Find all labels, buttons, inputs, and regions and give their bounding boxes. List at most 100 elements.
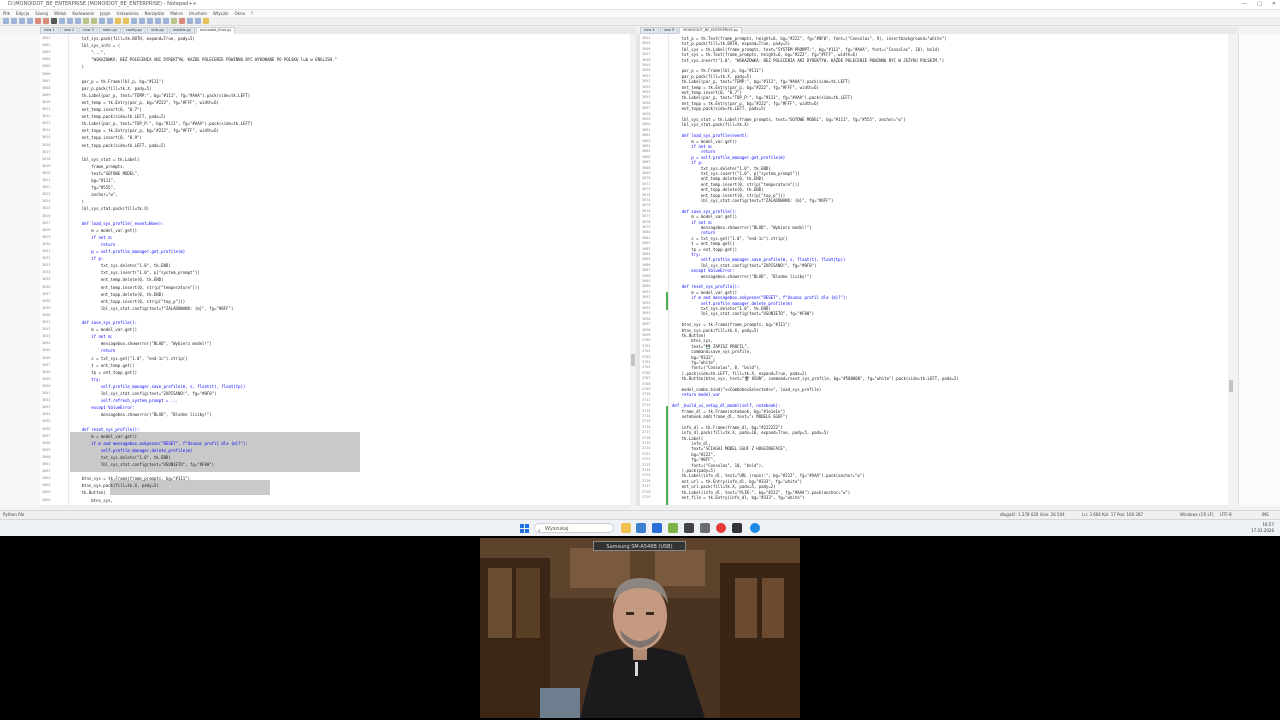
code-line[interactable]: messagebox.showerror("BLAD", "Wybierz mo…: [672, 225, 812, 230]
code-line[interactable]: ent_topp.delete(0, tk.END): [72, 292, 164, 297]
right-scroll-thumb[interactable]: [1229, 380, 1233, 392]
code-line[interactable]: ent_topp = tk.Entry(par_p, bg="#222", fg…: [672, 101, 819, 106]
code-line[interactable]: ent_topp.insert(0, str(p["top_p"])): [72, 299, 185, 304]
menu-tools[interactable]: Narzędzia: [145, 10, 165, 17]
tab-left-4[interactable]: main.py: [98, 27, 121, 34]
code-line[interactable]: lbl_sys_stat.config(text="USUNIETO", fg=…: [672, 311, 814, 316]
code-line[interactable]: ent_temp.insert(0, "0.7"): [672, 90, 742, 95]
macro-play-icon[interactable]: [187, 18, 193, 24]
code-line[interactable]: "...",: [72, 50, 105, 55]
code-line[interactable]: def load_sys_profile(event):: [672, 133, 749, 138]
tab-left-7[interactable]: models.py: [168, 27, 195, 34]
edge-icon[interactable]: [750, 523, 760, 533]
spellcheck-icon[interactable]: [203, 18, 209, 24]
document-map[interactable]: [1238, 34, 1280, 506]
code-line[interactable]: info_dl = tk.Frame(frame_dl, bg="#222222…: [672, 425, 783, 430]
code-line[interactable]: "WSKAZOWKA: BEZ POLECENIA ANI DYREKTYW, …: [72, 57, 337, 62]
code-line[interactable]: def reset_sys_profile():: [72, 427, 140, 432]
undo-icon[interactable]: [83, 18, 89, 24]
code-line[interactable]: s = txt_sys.get("1.0", "end-1c").strip(): [72, 356, 187, 361]
code-line[interactable]: btns_sys = tk.Frame(frame_prompts, bg="#…: [72, 476, 190, 481]
code-line[interactable]: def save_sys_profile():: [672, 209, 737, 214]
code-line[interactable]: tk.Label(info_dl, text="PLIK:", bg="#222…: [672, 490, 851, 495]
menu-file[interactable]: Plik: [3, 10, 10, 17]
menu-settings[interactable]: Ustawienia: [117, 10, 139, 17]
word-wrap-icon[interactable]: [147, 18, 153, 24]
close-file-icon[interactable]: [35, 18, 41, 24]
code-line[interactable]: if m and messagebox.askyesno("RESET", f"…: [72, 441, 248, 446]
code-line[interactable]: m = model_var.get(): [672, 139, 737, 144]
store-icon[interactable]: [636, 523, 646, 533]
code-line[interactable]: ent_temp.insert(0, "0.7"): [72, 107, 142, 112]
code-line[interactable]: btns_sys,: [672, 338, 713, 343]
code-line[interactable]: m = model_var.get(): [672, 290, 737, 295]
code-line[interactable]: fg="#0FF",: [672, 457, 715, 462]
find-icon[interactable]: [99, 18, 105, 24]
open-file-icon[interactable]: [11, 18, 17, 24]
tab-left-3[interactable]: new 3: [79, 27, 98, 34]
code-line[interactable]: messagebox.showerror("BLAD", "Wybierz mo…: [72, 341, 212, 346]
code-line[interactable]: ): [72, 64, 84, 69]
code-line[interactable]: ent_temp.pack(side=tk.LEFT, padx=5): [72, 114, 166, 119]
macro-record-icon[interactable]: [171, 18, 177, 24]
code-line[interactable]: ent_temp.insert(0, str(p["temperature"])…: [72, 285, 200, 290]
code-line[interactable]: tk.Label(: [672, 436, 704, 441]
menu-language[interactable]: Język: [100, 10, 110, 17]
code-line[interactable]: if m and messagebox.askyesno("RESET", f"…: [672, 295, 848, 300]
code-line[interactable]: tp = ent_topp.get(): [72, 370, 137, 375]
menu-run[interactable]: Uruchom: [189, 10, 207, 17]
code-line[interactable]: messagebox.showerror("BLAD", "Bledne lic…: [72, 412, 212, 417]
right-vertical-scrollbar[interactable]: [1228, 34, 1234, 506]
show-all-chars-icon[interactable]: [155, 18, 161, 24]
mail-icon[interactable]: [652, 523, 662, 533]
copy-icon[interactable]: [67, 18, 73, 24]
macro-save-icon[interactable]: [195, 18, 201, 24]
code-line[interactable]: def load_sys_profile(_event=None):: [72, 221, 164, 226]
sync-horizontal-icon[interactable]: [139, 18, 145, 24]
code-line[interactable]: txt_sys.insert("1.0", p["system_prompt"]…: [672, 171, 800, 176]
code-line[interactable]: messagebox.showerror("BLAD", "Bledne lic…: [672, 274, 812, 279]
code-line[interactable]: lbl_sys_stat.config(text=f"ZALADOWANO: {…: [672, 198, 833, 203]
code-line[interactable]: btns_sys = tk.Frame(frame_prompts, bg="#…: [672, 322, 790, 327]
menu-encoding[interactable]: Kodowanie: [72, 10, 94, 17]
code-line[interactable]: lbl_sys_stat.pack(fill=tk.X): [672, 122, 749, 127]
code-line[interactable]: fg="#555",: [72, 185, 115, 190]
menu-view[interactable]: Widok: [54, 10, 66, 17]
menu-help[interactable]: ?: [251, 10, 253, 17]
code-line[interactable]: m = model_var.get(): [72, 327, 137, 332]
code-line[interactable]: def _build_ui_setup_dl_model(self, noteb…: [672, 403, 780, 408]
code-line[interactable]: text="GOTOWE MODEL",: [72, 171, 139, 176]
code-line[interactable]: ent_temp.delete(0, tk.END): [672, 176, 764, 181]
code-line[interactable]: btns_sys.pack(fill=tk.X, pady=5): [72, 483, 159, 488]
tab-left-6[interactable]: utils.py: [147, 27, 168, 34]
notepadpp-icon[interactable]: [668, 523, 678, 533]
menu-plugins[interactable]: Wtyczki: [213, 10, 229, 17]
code-line[interactable]: ent_topp.insert(0, str(p["top_p"])): [672, 193, 785, 198]
code-line[interactable]: btns_sys,: [72, 498, 113, 503]
tab-left-5[interactable]: config.py: [121, 27, 147, 34]
windows-start-icon[interactable]: [520, 524, 529, 533]
code-line[interactable]: txt_p = tk.Text(frame_prompts, height=6,…: [672, 36, 947, 41]
maximize-icon[interactable]: □: [1257, 0, 1262, 9]
code-line[interactable]: if p:: [72, 256, 103, 261]
close-icon[interactable]: ✕: [1272, 0, 1276, 9]
code-line[interactable]: lbl_sys_stat.config(text="USUNIETO", fg=…: [72, 462, 214, 467]
code-line[interactable]: if p:: [672, 160, 703, 165]
save-icon[interactable]: [19, 18, 25, 24]
code-line[interactable]: m = model_var.get(): [72, 434, 137, 439]
folder-panel[interactable]: [0, 34, 41, 506]
code-line[interactable]: par_p.pack(fill=tk.X, pady=5): [72, 86, 152, 91]
code-line[interactable]: return: [672, 149, 715, 154]
code-line[interactable]: self.profile_manager.delete_profile(m): [72, 448, 193, 453]
replace-icon[interactable]: [107, 18, 113, 24]
code-line[interactable]: frame_dl = tk.Frame(notebook, bg="#1e1e1…: [672, 409, 786, 414]
code-line[interactable]: return: [672, 230, 715, 235]
code-line[interactable]: btns_sys.pack(fill=tk.X, pady=5): [672, 328, 759, 333]
left-scroll-thumb[interactable]: [631, 354, 635, 366]
macro-stop-icon[interactable]: [179, 18, 185, 24]
code-line[interactable]: t = ent_temp.get(): [72, 363, 134, 368]
code-line[interactable]: p = self.profile_manager.get_profile(m): [72, 249, 185, 254]
code-line[interactable]: try:: [672, 252, 701, 257]
code-line[interactable]: lbl_sys_stat.config(text=f"ZALADOWANO: {…: [72, 306, 233, 311]
code-line[interactable]: ent_file = tk.Entry(info_dl, bg="#333", …: [672, 495, 805, 500]
